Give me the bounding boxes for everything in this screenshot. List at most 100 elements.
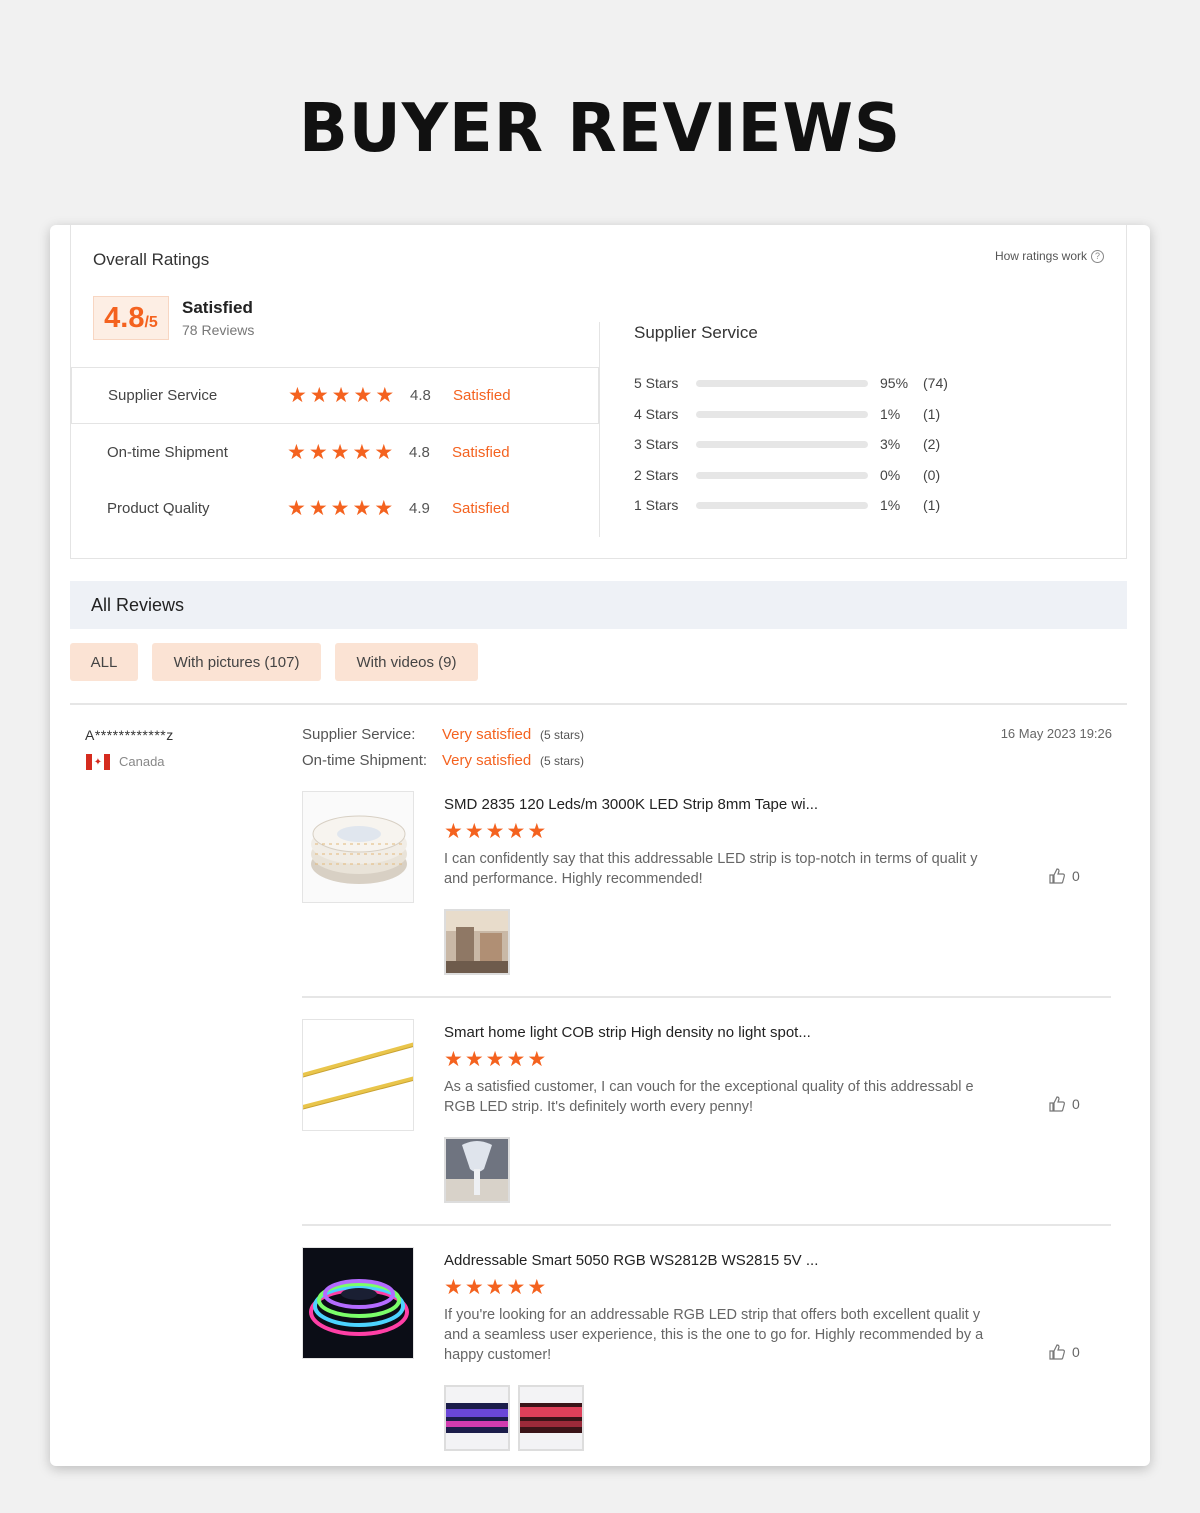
- distribution-bar: [696, 410, 868, 418]
- distribution-row: 1 Stars 1% (1): [634, 495, 963, 515]
- filter-all-button[interactable]: ALL: [70, 643, 138, 681]
- star-icon: ★: [288, 384, 307, 407]
- like-button[interactable]: 0: [1048, 1343, 1080, 1361]
- star-icon: ★: [444, 1276, 463, 1299]
- distribution-bar: [696, 501, 868, 509]
- review-photo[interactable]: [444, 1385, 510, 1451]
- rating-word: Satisfied: [452, 500, 510, 517]
- canada-flag-icon: ✦: [86, 754, 110, 770]
- product-thumbnail[interactable]: [302, 791, 414, 903]
- product-thumbnail[interactable]: [302, 1247, 414, 1359]
- rgb-strip-image: [303, 1248, 413, 1358]
- cob-strip-image: [303, 1020, 413, 1130]
- star-icon: ★: [485, 1048, 505, 1071]
- like-button[interactable]: 0: [1048, 867, 1080, 885]
- meta-stars: (5 stars): [540, 753, 585, 768]
- star-icon: ★: [375, 384, 395, 407]
- review-text: I can confidently say that this addressa…: [444, 851, 978, 887]
- rating-label: Supplier Service: [108, 387, 218, 404]
- distribution-label: 3 Stars: [634, 436, 679, 452]
- overall-ratings-panel: Overall Ratings How ratings work ? 4.8 /…: [70, 225, 1127, 559]
- star-icon: ★: [309, 384, 329, 407]
- review-count: 78 Reviews: [182, 322, 255, 338]
- item-title[interactable]: Smart home light COB strip High density …: [444, 1024, 811, 1041]
- overall-summary-word: Satisfied: [182, 298, 253, 317]
- star-icon: ★: [330, 497, 350, 520]
- star-rating: ★ ★ ★ ★ ★: [287, 442, 393, 463]
- review-meta-on-time-shipment: On-time Shipment: Very satisfied (5 star…: [302, 752, 584, 769]
- star-rating: ★ ★ ★ ★ ★: [444, 821, 546, 842]
- review-photo-image: [446, 911, 508, 973]
- review-photo-image: [520, 1387, 582, 1449]
- review-photo[interactable]: [444, 909, 510, 975]
- filter-with-pictures-button[interactable]: With pictures (107): [152, 643, 321, 681]
- star-icon: ★: [464, 1048, 484, 1071]
- distribution-count: (2): [923, 436, 941, 452]
- star-icon: ★: [353, 384, 373, 407]
- star-icon: ★: [527, 1048, 547, 1071]
- product-thumbnail[interactable]: [302, 1019, 414, 1131]
- distribution-label: 2 Stars: [634, 467, 679, 483]
- review-photo[interactable]: [444, 1137, 510, 1203]
- star-icon: ★: [308, 497, 328, 520]
- rating-label: Product Quality: [107, 500, 210, 517]
- star-icon: ★: [506, 1048, 526, 1071]
- distribution-percent: 95%: [880, 375, 909, 391]
- distribution-percent: 0%: [880, 467, 901, 483]
- star-icon: ★: [527, 1276, 547, 1299]
- rating-word: Satisfied: [452, 444, 510, 461]
- review-date: 16 May 2023 19:26: [1000, 726, 1112, 741]
- star-icon: ★: [506, 820, 526, 843]
- star-rating: ★ ★ ★ ★ ★: [444, 1049, 546, 1070]
- review-photo-image: [446, 1139, 508, 1201]
- reviewed-item: Smart home light COB strip High density …: [302, 1019, 1111, 1204]
- distribution-label: 5 Stars: [634, 375, 679, 391]
- distribution-bar: [696, 379, 868, 387]
- filter-with-videos-button[interactable]: With videos (9): [335, 643, 478, 681]
- distribution-count: (74): [923, 375, 948, 391]
- divider: [599, 322, 600, 537]
- rating-word: Satisfied: [453, 387, 511, 404]
- star-icon: ★: [331, 384, 351, 407]
- star-icon: ★: [287, 497, 306, 520]
- overall-score-max: /5: [144, 314, 158, 331]
- rating-score: 4.8: [409, 444, 430, 461]
- star-icon: ★: [352, 497, 372, 520]
- thumbs-up-icon: [1049, 868, 1065, 884]
- item-divider: [302, 1224, 1111, 1226]
- rating-row-supplier-service: Supplier Service ★ ★ ★ ★ ★ 4.8 Satisfied: [71, 367, 599, 424]
- like-count: 0: [1072, 1344, 1080, 1360]
- overall-ratings-heading: Overall Ratings: [93, 250, 210, 269]
- distribution-row: 2 Stars 0% (0): [634, 465, 963, 485]
- reviewed-item: SMD 2835 120 Leds/m 3000K LED Strip 8mm …: [302, 791, 1111, 976]
- help-icon: ?: [1091, 249, 1104, 263]
- how-ratings-work-label: How ratings work: [994, 249, 1087, 263]
- all-reviews-heading: All Reviews: [91, 595, 185, 615]
- meta-label: Supplier Service:: [302, 726, 416, 743]
- overall-score-badge: 4.8 /5: [93, 296, 169, 340]
- star-icon: ★: [308, 441, 328, 464]
- like-button[interactable]: 0: [1048, 1095, 1080, 1113]
- reviews-card: Overall Ratings How ratings work ? 4.8 /…: [50, 225, 1150, 1466]
- review-photo-image: [446, 1387, 508, 1449]
- item-title[interactable]: Addressable Smart 5050 RGB WS2812B WS281…: [444, 1252, 818, 1269]
- like-count: 0: [1072, 868, 1080, 884]
- star-icon: ★: [485, 1276, 505, 1299]
- item-divider: [302, 996, 1111, 998]
- star-icon: ★: [287, 441, 306, 464]
- reviewer-name: A************z: [85, 727, 174, 743]
- star-icon: ★: [485, 820, 505, 843]
- star-icon: ★: [464, 1276, 484, 1299]
- meta-label: On-time Shipment:: [302, 752, 428, 769]
- item-title[interactable]: SMD 2835 120 Leds/m 3000K LED Strip 8mm …: [444, 796, 818, 813]
- review-photo[interactable]: [518, 1385, 584, 1451]
- distribution-row: 3 Stars 3% (2): [634, 434, 963, 454]
- distribution-heading: Supplier Service: [634, 323, 758, 342]
- how-ratings-work-link[interactable]: How ratings work ?: [995, 249, 1104, 263]
- like-count: 0: [1072, 1096, 1080, 1112]
- distribution-percent: 1%: [880, 497, 901, 513]
- distribution-label: 1 Stars: [634, 497, 679, 513]
- led-reel-image: [303, 792, 413, 902]
- distribution-bar: [696, 471, 868, 479]
- distribution-percent: 3%: [880, 436, 901, 452]
